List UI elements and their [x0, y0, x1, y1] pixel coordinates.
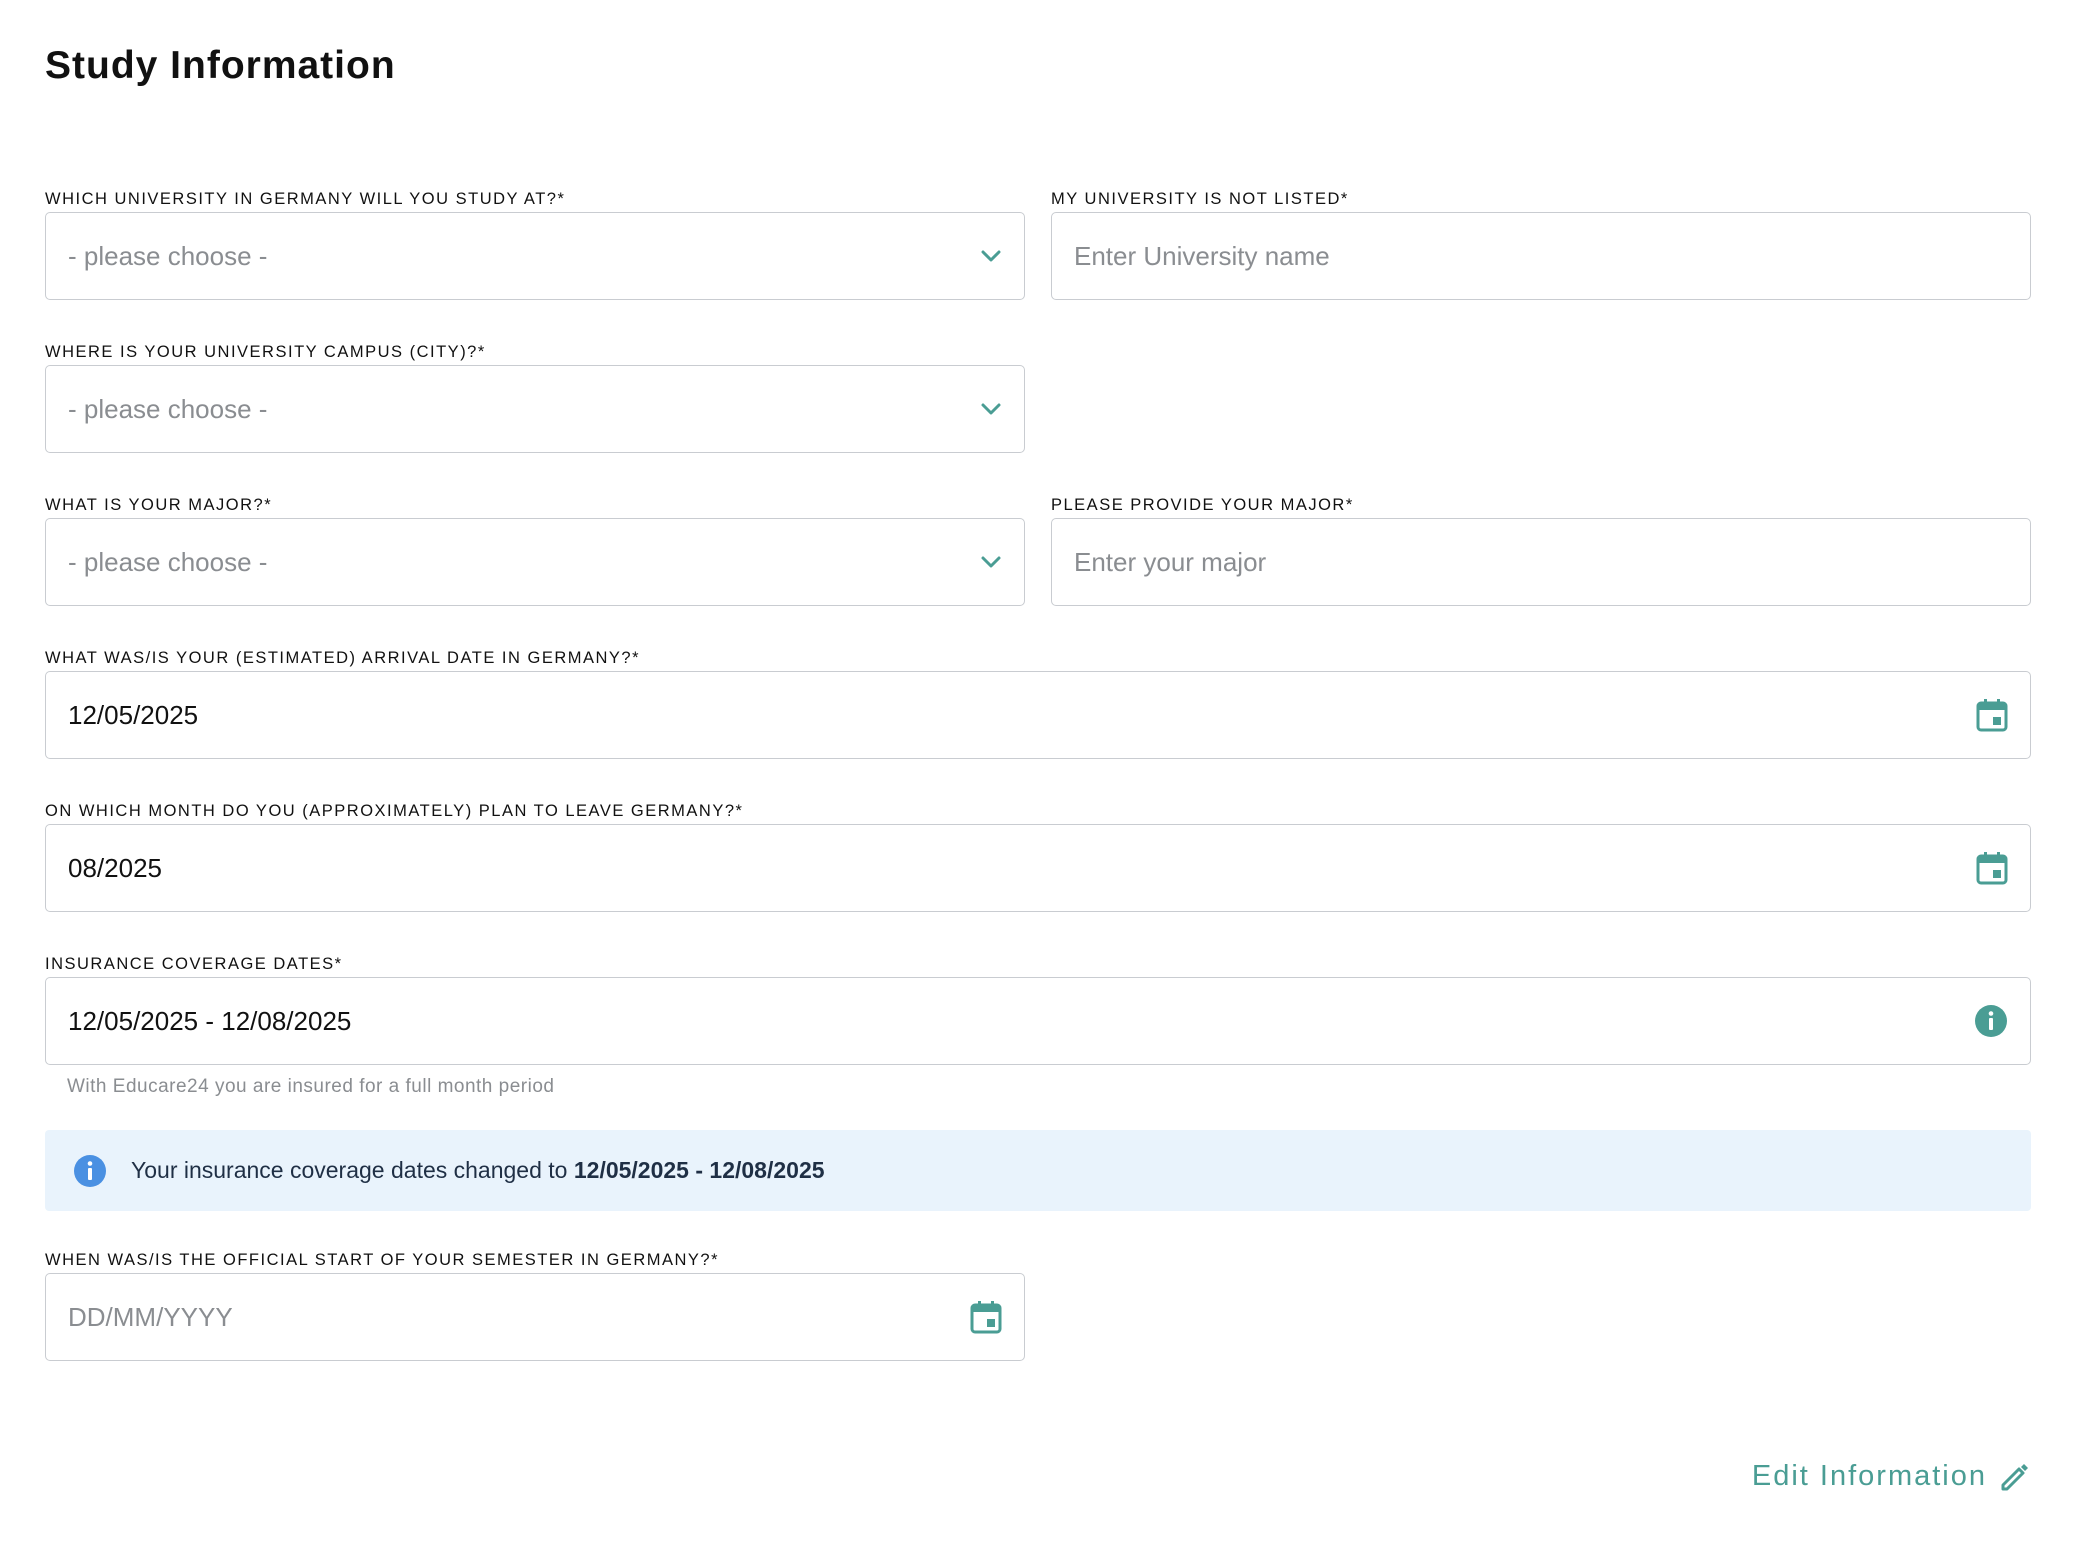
edit-information-label: Edit Information — [1751, 1460, 1987, 1492]
semester-start-field: WHEN WAS/IS THE OFFICIAL START OF YOUR S… — [45, 1249, 1025, 1361]
university-select[interactable]: - please choose - — [45, 212, 1025, 300]
chevron-down-icon — [980, 402, 1002, 416]
coverage-dates-label: INSURANCE COVERAGE DATES* — [45, 955, 343, 973]
pencil-icon — [1999, 1461, 2031, 1493]
coverage-info-banner: Your insurance coverage dates changed to… — [45, 1130, 2031, 1211]
calendar-icon[interactable] — [1976, 851, 2008, 885]
chevron-down-icon — [980, 555, 1002, 569]
banner-dates: 12/05/2025 - 12/08/2025 — [573, 1157, 825, 1183]
info-icon[interactable] — [1974, 1004, 2008, 1038]
university-other-label: MY UNIVERSITY IS NOT LISTED* — [1051, 190, 1349, 208]
campus-city-field: WHERE IS YOUR UNIVERSITY CAMPUS (CITY)?*… — [45, 341, 1025, 453]
leave-month-value: 08/2025 — [68, 852, 162, 883]
major-other-field: PLEASE PROVIDE YOUR MAJOR* Enter your ma… — [1051, 494, 2031, 606]
arrival-date-label: WHAT WAS/IS YOUR (ESTIMATED) ARRIVAL DAT… — [45, 649, 641, 667]
major-select-placeholder: - please choose - — [68, 546, 268, 577]
semester-start-placeholder: DD/MM/YYYY — [68, 1301, 233, 1332]
arrival-date-field: WHAT WAS/IS YOUR (ESTIMATED) ARRIVAL DAT… — [45, 647, 2031, 759]
university-field: WHICH UNIVERSITY IN GERMANY WILL YOU STU… — [45, 188, 1025, 300]
edit-information-button[interactable]: Edit Information — [1752, 1460, 2031, 1493]
banner-message: Your insurance coverage dates changed to… — [131, 1157, 825, 1184]
major-input[interactable]: Enter your major — [1051, 518, 2031, 606]
calendar-icon[interactable] — [1976, 698, 2008, 732]
semester-start-label: WHEN WAS/IS THE OFFICIAL START OF YOUR S… — [45, 1251, 720, 1269]
leave-month-input[interactable]: 08/2025 — [45, 824, 2031, 912]
campus-city-select[interactable]: - please choose - — [45, 365, 1025, 453]
arrival-date-value: 12/05/2025 — [68, 699, 199, 730]
arrival-date-input[interactable]: 12/05/2025 — [45, 671, 2031, 759]
page-title: Study Information — [45, 44, 396, 87]
chevron-down-icon — [980, 249, 1002, 263]
university-name-input[interactable]: Enter University name — [1051, 212, 2031, 300]
major-input-placeholder: Enter your major — [1074, 546, 1267, 577]
university-select-placeholder: - please choose - — [68, 240, 268, 271]
campus-city-placeholder: - please choose - — [68, 393, 268, 424]
banner-text: Your insurance coverage dates changed to — [131, 1157, 574, 1183]
coverage-dates-value: 12/05/2025 - 12/08/2025 — [68, 1005, 352, 1036]
major-field: WHAT IS YOUR MAJOR?* - please choose - — [45, 494, 1025, 606]
calendar-icon[interactable] — [970, 1300, 1002, 1334]
info-icon — [73, 1154, 107, 1188]
coverage-dates-field: INSURANCE COVERAGE DATES* 12/05/2025 - 1… — [45, 953, 2031, 1065]
major-select[interactable]: - please choose - — [45, 518, 1025, 606]
campus-city-label: WHERE IS YOUR UNIVERSITY CAMPUS (CITY)?* — [45, 343, 486, 361]
leave-month-label: ON WHICH MONTH DO YOU (APPROXIMATELY) PL… — [45, 802, 744, 820]
major-other-label: PLEASE PROVIDE YOUR MAJOR* — [1051, 496, 1354, 514]
university-other-field: MY UNIVERSITY IS NOT LISTED* Enter Unive… — [1051, 188, 2031, 300]
coverage-dates-display: 12/05/2025 - 12/08/2025 — [45, 977, 2031, 1065]
university-name-placeholder: Enter University name — [1074, 240, 1330, 271]
coverage-dates-helper: With Educare24 you are insured for a ful… — [67, 1076, 555, 1097]
semester-start-input[interactable]: DD/MM/YYYY — [45, 1273, 1025, 1361]
university-label: WHICH UNIVERSITY IN GERMANY WILL YOU STU… — [45, 190, 566, 208]
leave-month-field: ON WHICH MONTH DO YOU (APPROXIMATELY) PL… — [45, 800, 2031, 912]
major-label: WHAT IS YOUR MAJOR?* — [45, 496, 273, 514]
